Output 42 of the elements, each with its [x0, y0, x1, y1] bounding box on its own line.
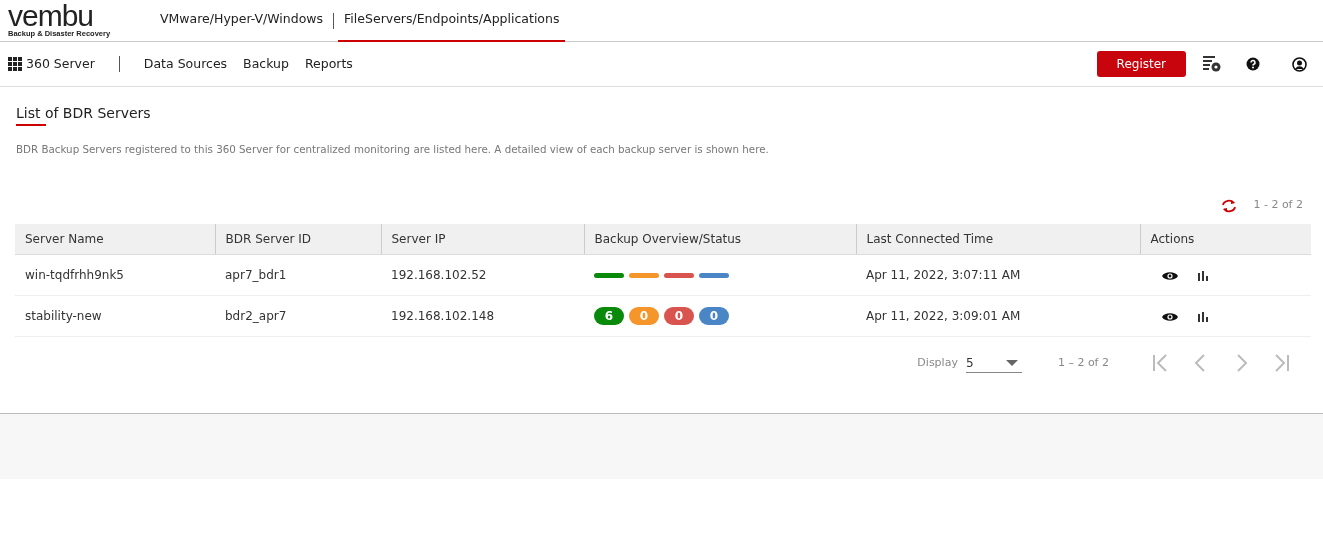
nav-tab[interactable]: VMware/Hyper-V/Windows	[154, 0, 330, 42]
nav-link[interactable]: Reports	[304, 54, 353, 74]
table-cell: apr7_bdr1	[215, 254, 381, 296]
table-cell: Apr 11, 2022, 3:07:11 AM	[856, 254, 1140, 296]
view-icon[interactable]	[1162, 270, 1178, 281]
column-header: Server Name	[15, 223, 215, 255]
column-header: Server IP	[381, 223, 584, 255]
caret-icon	[1005, 359, 1018, 366]
column-header: Backup Overview/Status	[584, 223, 856, 255]
status-count: 6	[594, 307, 624, 326]
column-header: BDR Server ID	[215, 223, 381, 255]
user-icon[interactable]	[1292, 56, 1307, 72]
view-icon[interactable]	[1162, 311, 1178, 322]
status-count: 0	[664, 307, 694, 326]
table-cell: win-tqdfrhh9nk5	[15, 254, 215, 296]
nav-link[interactable]: Data Sources	[143, 54, 228, 74]
nav-tab[interactable]: FileServers/Endpoints/Applications	[338, 0, 566, 42]
display-label: Display	[917, 355, 958, 372]
table-cell: stability-new	[15, 295, 215, 337]
register-button[interactable]: Register	[1096, 51, 1186, 77]
table-cell: 192.168.102.52	[381, 254, 584, 296]
help-icon[interactable]	[1246, 57, 1260, 71]
status-count: 0	[629, 307, 659, 326]
page-title: List of BDR Servers	[16, 104, 151, 123]
nav-link[interactable]: Backup	[243, 54, 289, 74]
table-cell: bdr2_apr7	[215, 295, 381, 337]
settings-icon[interactable]	[1202, 55, 1222, 73]
page-description: BDR Backup Servers registered to this 360 Server for centralized monitoring are listed here. A detailed view of each backup server is shown here.	[16, 142, 770, 157]
product-name: 360 Server	[26, 54, 95, 73]
table-cell: 192.168.102.148	[381, 295, 584, 337]
page-range-text: 1 – 2 of 2	[1057, 355, 1109, 372]
bar-chart-icon[interactable]	[1198, 311, 1208, 322]
range-text: 1 - 2 of 2	[1253, 197, 1303, 214]
page-size-select[interactable]: 5	[965, 353, 1022, 373]
column-header: Last Connected Time	[856, 223, 1140, 255]
column-header: Actions	[1140, 223, 1311, 255]
status-count: 0	[699, 307, 729, 326]
bar-chart-icon[interactable]	[1198, 270, 1208, 281]
refresh-icon[interactable]	[1221, 198, 1238, 213]
table-cell: Apr 11, 2022, 3:09:01 AM	[856, 295, 1140, 337]
logo-text: vembu	[8, 3, 94, 29]
grid-icon	[8, 57, 22, 71]
